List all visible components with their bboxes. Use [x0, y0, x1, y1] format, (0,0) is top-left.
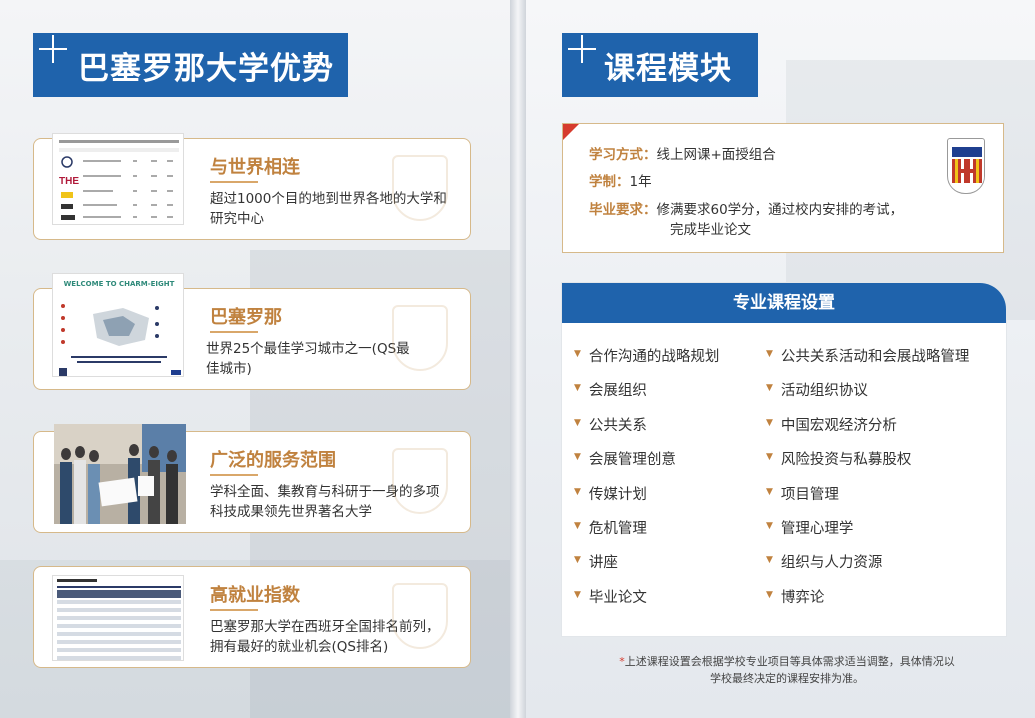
- bullet-triangle-icon: ▼: [766, 555, 773, 566]
- bullet-triangle-icon: ▼: [766, 452, 773, 463]
- course-label: 博弈论: [780, 589, 825, 606]
- card-text: 世界25个最佳学习城市之一(QS最佳城市): [206, 341, 410, 377]
- card-heading: 与世界相连: [210, 157, 300, 178]
- advantage-card-employment: 高就业指数 巴塞罗那大学在西班牙全国排名前列，拥有最好的就业机会(QS排名): [33, 566, 471, 668]
- course-label: 会展组织: [588, 383, 647, 400]
- university-seal-watermark: [392, 448, 448, 514]
- graduation-row: 毕业要求：修满要求60学分，通过校内安排的考试，: [589, 198, 903, 218]
- bullet-triangle-icon: ▼: [574, 520, 581, 531]
- course-item: ▼ 会展组织: [574, 379, 719, 413]
- bullet-triangle-icon: ▼: [574, 486, 581, 497]
- course-item: ▼ 中国宏观经济分析: [766, 414, 969, 448]
- course-label: 传媒计划: [588, 486, 647, 503]
- advantage-card-services: 广泛的服务范围 学科全面、集教育与科研于一身的多项科技成果领先世界著名大学: [33, 424, 471, 533]
- page-title: 课程模块: [604, 50, 732, 87]
- course-label: 项目管理: [780, 486, 839, 503]
- duration-label: 学制：: [589, 174, 630, 190]
- heading-underline: [210, 609, 258, 611]
- course-item: ▼ 公共关系活动和会展战略管理: [766, 345, 969, 379]
- course-list-panel: 专业课程设置 ▼ 合作沟通的战略规划 ▼ 会展组织 ▼ 公共关系 ▼ 会展管理创意 ▼ 传媒计划 ▼…: [562, 283, 1006, 636]
- bullet-triangle-icon: ▼: [766, 486, 773, 497]
- course-item: ▼ 危机管理: [574, 517, 719, 551]
- charm-eight-map-image: WELCOME TO CHARM-EIGHT: [52, 273, 184, 377]
- bullet-triangle-icon: ▼: [574, 417, 581, 428]
- bullet-triangle-icon: ▼: [766, 417, 773, 428]
- heading-underline: [210, 331, 258, 333]
- bullet-triangle-icon: ▼: [574, 349, 581, 359]
- section-title-modules: 课程模块: [562, 33, 758, 97]
- plus-icon: [39, 35, 67, 63]
- course-item: ▼ 项目管理: [766, 483, 969, 517]
- course-label: 合作沟通的战略规划: [588, 349, 720, 365]
- university-seal-watermark: [392, 155, 448, 221]
- course-item: ▼ 组织与人力资源: [766, 551, 969, 585]
- card-heading: 高就业指数: [210, 585, 300, 606]
- course-item: ▼ 合作沟通的战略规划: [574, 345, 719, 379]
- course-column-left: ▼ 合作沟通的战略规划 ▼ 会展组织 ▼ 公共关系 ▼ 会展管理创意 ▼ 传媒计划 ▼ 危机管理 ▼ 讲座…: [574, 345, 719, 620]
- group-photo-image: [54, 424, 186, 524]
- course-label: 会展管理创意: [588, 452, 676, 469]
- course-label: 中国宏观经济分析: [780, 417, 897, 434]
- right-page: 课程模块 学习方式：线上网课+面授组合 学制：1年 毕业要求：修满要求60学分，…: [526, 0, 1035, 718]
- bullet-triangle-icon: ▼: [766, 589, 773, 600]
- graduation-label: 毕业要求：: [589, 202, 657, 218]
- course-item: ▼ 毕业论文: [574, 586, 719, 620]
- corner-marker: [563, 124, 579, 140]
- course-item: ▼ 管理心理学: [766, 517, 969, 551]
- page-spine: [510, 0, 526, 718]
- employment-ranking-table-image: [52, 575, 184, 661]
- course-item: ▼ 会展管理创意: [574, 448, 719, 482]
- course-item: ▼ 风险投资与私募股权: [766, 448, 969, 482]
- bullet-triangle-icon: ▼: [574, 383, 581, 394]
- left-page: 巴塞罗那大学优势 THE 与世界相连 超过1000个目的地到世界各地的大学和研究…: [0, 0, 510, 718]
- course-item: ▼ 讲座: [574, 551, 719, 585]
- bullet-triangle-icon: ▼: [574, 452, 581, 463]
- section-title-advantages: 巴塞罗那大学优势: [33, 33, 348, 97]
- duration-value: 1年: [629, 174, 652, 190]
- footnote-line-1: 上述课程设置会根据学校专业项目等具体需求适当调整，具体情况以: [624, 655, 955, 668]
- course-item: ▼ 公共关系: [574, 414, 719, 448]
- footnote: *上述课程设置会根据学校专业项目等具体需求适当调整，具体情况以 学校最终决定的课…: [572, 653, 1002, 687]
- course-item: ▼ 传媒计划: [574, 483, 719, 517]
- bullet-triangle-icon: ▼: [766, 349, 773, 359]
- university-seal-watermark: [392, 583, 448, 649]
- course-header: 专业课程设置: [562, 283, 1006, 323]
- course-label: 危机管理: [588, 520, 647, 537]
- study-mode-value: 线上网课+面授组合: [656, 147, 776, 163]
- course-label: 讲座: [588, 555, 618, 572]
- course-item: ▼ 活动组织协议: [766, 379, 969, 413]
- bullet-triangle-icon: ▼: [766, 383, 773, 394]
- university-shield-logo: [947, 138, 985, 194]
- course-label: 公共关系: [588, 417, 647, 434]
- duration-row: 学制：1年: [589, 170, 652, 190]
- bullet-triangle-icon: ▼: [766, 520, 773, 531]
- course-label: 毕业论文: [588, 589, 647, 606]
- plus-icon: [568, 35, 596, 63]
- card-heading: 巴塞罗那: [210, 307, 282, 328]
- bullet-triangle-icon: ▼: [574, 589, 581, 600]
- course-column-right: ▼ 公共关系活动和会展战略管理 ▼ 活动组织协议 ▼ 中国宏观经济分析 ▼ 风险投资与私募股权…: [766, 345, 969, 620]
- advantage-card-barcelona: WELCOME TO CHARM-EIGHT 巴塞罗那 世界25个最佳学习城市之…: [33, 273, 471, 390]
- graduation-value: 修满要求60学分，通过校内安排的考试，: [656, 202, 904, 218]
- program-info-box: 学习方式：线上网课+面授组合 学制：1年 毕业要求：修满要求60学分，通过校内安…: [562, 123, 1004, 253]
- page-title: 巴塞罗那大学优势: [78, 50, 334, 87]
- course-label: 管理心理学: [780, 520, 854, 537]
- advantage-card-world: THE 与世界相连 超过1000个目的地到世界各地的大学和研究中心: [33, 133, 471, 240]
- heading-underline: [210, 181, 258, 183]
- footnote-line-2: 学校最终决定的课程安排为准。: [710, 672, 864, 685]
- course-label: 组织与人力资源: [780, 555, 883, 572]
- card-heading: 广泛的服务范围: [210, 450, 336, 471]
- svg-text:THE: THE: [59, 176, 79, 187]
- study-mode-row: 学习方式：线上网课+面授组合: [589, 143, 776, 163]
- ranking-table-image: THE: [52, 133, 184, 225]
- course-label: 活动组织协议: [780, 383, 868, 400]
- heading-underline: [210, 474, 258, 476]
- bullet-triangle-icon: ▼: [574, 555, 581, 566]
- course-label: 风险投资与私募股权: [780, 452, 912, 469]
- study-mode-label: 学习方式：: [589, 147, 657, 163]
- graduation-value-continued: 完成毕业论文: [670, 222, 751, 238]
- course-label: 公共关系活动和会展战略管理: [780, 349, 970, 365]
- course-item: ▼ 博弈论: [766, 586, 969, 620]
- university-seal-watermark: [392, 305, 448, 371]
